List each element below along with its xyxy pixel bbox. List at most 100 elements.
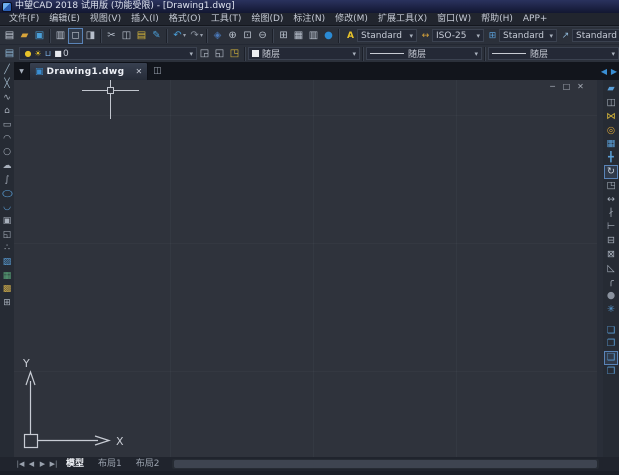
design-center-icon[interactable]: ▦ xyxy=(291,28,306,44)
table-style-dropdown[interactable]: ⊞ Standard▾ xyxy=(486,29,557,42)
layer-freeze-sun-icon[interactable]: ☀ xyxy=(33,48,43,60)
menu-item-modify[interactable]: 修改(M) xyxy=(330,13,373,25)
scale-icon[interactable]: ◳ xyxy=(604,179,618,193)
properties-palette-icon[interactable]: ⊞ xyxy=(276,28,291,44)
text-style-dropdown[interactable]: A Standard▾ xyxy=(344,29,417,42)
chevron-down-icon[interactable]: ▾ xyxy=(477,32,481,40)
rectangle-icon[interactable]: ▭ xyxy=(1,119,14,133)
next-layout-icon[interactable]: ▶ xyxy=(37,458,48,470)
layer-on-bulb-icon[interactable]: ● xyxy=(23,48,33,60)
layer-states-icon[interactable]: ◳ xyxy=(227,46,242,62)
menu-item-file[interactable]: 文件(F) xyxy=(4,13,44,25)
mdi-minimize-button[interactable]: ─ xyxy=(548,82,557,92)
pan-icon[interactable]: ◈ xyxy=(210,28,225,44)
mdi-close-button[interactable]: ✕ xyxy=(576,82,585,92)
menu-item-view[interactable]: 视图(V) xyxy=(85,13,126,25)
chevron-down-icon[interactable]: ▾ xyxy=(352,50,356,58)
layer-properties-icon[interactable]: ▤ xyxy=(2,46,17,62)
send-under-objects-icon[interactable]: ❒ xyxy=(604,365,618,379)
revision-cloud-icon[interactable]: ☁ xyxy=(1,160,14,174)
tool-palettes-icon[interactable]: ▥ xyxy=(306,28,321,44)
zoom-previous-icon[interactable]: ⊖ xyxy=(255,28,270,44)
layer-dropdown[interactable]: ●☀⊔■ 0 ▾ xyxy=(19,47,197,60)
new-drawing-button[interactable]: ◫ xyxy=(153,66,162,76)
region-icon[interactable]: ▩ xyxy=(1,283,14,297)
hatch-icon[interactable]: ▨ xyxy=(1,256,14,270)
prev-layout-icon[interactable]: ◀ xyxy=(26,458,37,470)
layer-lock-icon[interactable]: ⊔ xyxy=(43,48,53,60)
make-block-icon[interactable]: ◱ xyxy=(1,228,14,242)
layer-color-swatch-icon[interactable]: ■ xyxy=(53,48,63,60)
layer-previous-icon[interactable]: ◱ xyxy=(212,46,227,62)
doc-tab-drawing1[interactable]: ▣ Drawing1.dwg ✕ xyxy=(29,62,148,80)
extend-icon[interactable]: ⊢ xyxy=(604,220,618,234)
mleader-style-dropdown[interactable]: ↗ Standard xyxy=(559,29,619,42)
explode-icon[interactable]: ✳ xyxy=(604,303,618,317)
stretch-icon[interactable]: ↔ xyxy=(604,192,618,206)
gradient-icon[interactable]: ▦ xyxy=(1,269,14,283)
menu-item-edit[interactable]: 编辑(E) xyxy=(44,13,85,25)
save-icon[interactable]: ▣ xyxy=(32,28,47,44)
menu-item-tools[interactable]: 工具(T) xyxy=(206,13,247,25)
zoom-realtime-icon[interactable]: ⊕ xyxy=(225,28,240,44)
tab-overflow-button[interactable]: ▼ xyxy=(14,68,29,75)
rotate-icon[interactable]: ↻ xyxy=(604,165,618,179)
trim-icon[interactable]: ∤ xyxy=(604,206,618,220)
layout-tab-layout2[interactable]: 布局2 xyxy=(129,458,167,471)
chevron-down-icon[interactable]: ▾ xyxy=(189,50,193,58)
break-icon[interactable]: ⊠ xyxy=(604,248,618,262)
copy-icon[interactable]: ◫ xyxy=(604,96,618,110)
bring-to-front-icon[interactable]: ❏ xyxy=(604,324,618,338)
hscroll-thumb[interactable] xyxy=(174,460,597,468)
table-icon[interactable]: ⊞ xyxy=(1,297,14,311)
open-icon[interactable]: ▰ xyxy=(17,28,32,44)
new-icon[interactable]: ▤ xyxy=(2,28,17,44)
chevron-down-icon[interactable]: ▾ xyxy=(474,50,478,58)
chevron-down-icon[interactable]: ▾ xyxy=(410,32,414,40)
line-icon[interactable]: ╱ xyxy=(1,64,14,78)
match-properties-icon[interactable]: ✎ xyxy=(149,28,164,44)
dim-style-dropdown[interactable]: ↔ ISO-25▾ xyxy=(419,29,484,42)
plot-preview-icon[interactable]: ◻ xyxy=(68,28,83,44)
print-icon[interactable]: ▥ xyxy=(53,28,68,44)
array-icon[interactable]: ▦ xyxy=(604,137,618,151)
paste-icon[interactable]: ▤ xyxy=(134,28,149,44)
layout-tab-model[interactable]: 模型 xyxy=(59,458,91,471)
tab-scroll-right-icon[interactable]: ▶ xyxy=(609,67,619,76)
menu-item-express[interactable]: 扩展工具(X) xyxy=(373,13,432,25)
zoom-window-icon[interactable]: ⊡ xyxy=(240,28,255,44)
online-service-icon[interactable]: ● xyxy=(321,28,336,44)
color-dropdown[interactable]: 随层 ▾ xyxy=(248,47,360,60)
publish-icon[interactable]: ◨ xyxy=(83,28,98,44)
last-layout-icon[interactable]: ▶| xyxy=(48,458,59,470)
send-to-back-icon[interactable]: ❐ xyxy=(604,337,618,351)
chevron-down-icon[interactable]: ▾ xyxy=(550,32,554,40)
blend-icon[interactable]: ● xyxy=(604,289,618,303)
menu-item-dimension[interactable]: 标注(N) xyxy=(288,13,330,25)
lineweight-dropdown[interactable]: 随层 ▾ xyxy=(488,47,619,60)
move-icon[interactable]: ╋ xyxy=(604,151,618,165)
mirror-icon[interactable]: ⋈ xyxy=(604,110,618,124)
menu-item-draw[interactable]: 绘图(D) xyxy=(246,13,288,25)
ellipse-arc-icon[interactable]: ◡ xyxy=(1,201,14,215)
arc-icon[interactable]: ◠ xyxy=(1,132,14,146)
polygon-icon[interactable]: ⌂ xyxy=(1,105,14,119)
spline-icon[interactable]: ∫ xyxy=(1,174,14,188)
linetype-dropdown[interactable]: 随层 ▾ xyxy=(366,47,482,60)
menu-item-insert[interactable]: 插入(I) xyxy=(126,13,164,25)
circle-icon[interactable]: ○ xyxy=(1,146,14,160)
first-layout-icon[interactable]: |◀ xyxy=(15,458,26,470)
close-tab-icon[interactable]: ✕ xyxy=(135,67,142,76)
tab-scroll-left-icon[interactable]: ◀ xyxy=(599,67,609,76)
polyline-icon[interactable]: ∿ xyxy=(1,91,14,105)
menu-item-help[interactable]: 帮助(H) xyxy=(476,13,518,25)
drawing-canvas[interactable]: ─ □ ✕ Y X xyxy=(14,80,597,457)
redo-dropdown-arrow[interactable]: ▾ xyxy=(200,32,203,39)
horizontal-scrollbar[interactable] xyxy=(172,459,599,469)
chamfer-icon[interactable]: ◺ xyxy=(604,261,618,275)
erase-icon[interactable]: ▰ xyxy=(604,82,618,96)
cut-icon[interactable]: ✂ xyxy=(104,28,119,44)
offset-icon[interactable]: ◎ xyxy=(604,123,618,137)
layout-tab-layout1[interactable]: 布局1 xyxy=(91,458,129,471)
bring-above-objects-icon[interactable]: ❑ xyxy=(604,351,618,365)
